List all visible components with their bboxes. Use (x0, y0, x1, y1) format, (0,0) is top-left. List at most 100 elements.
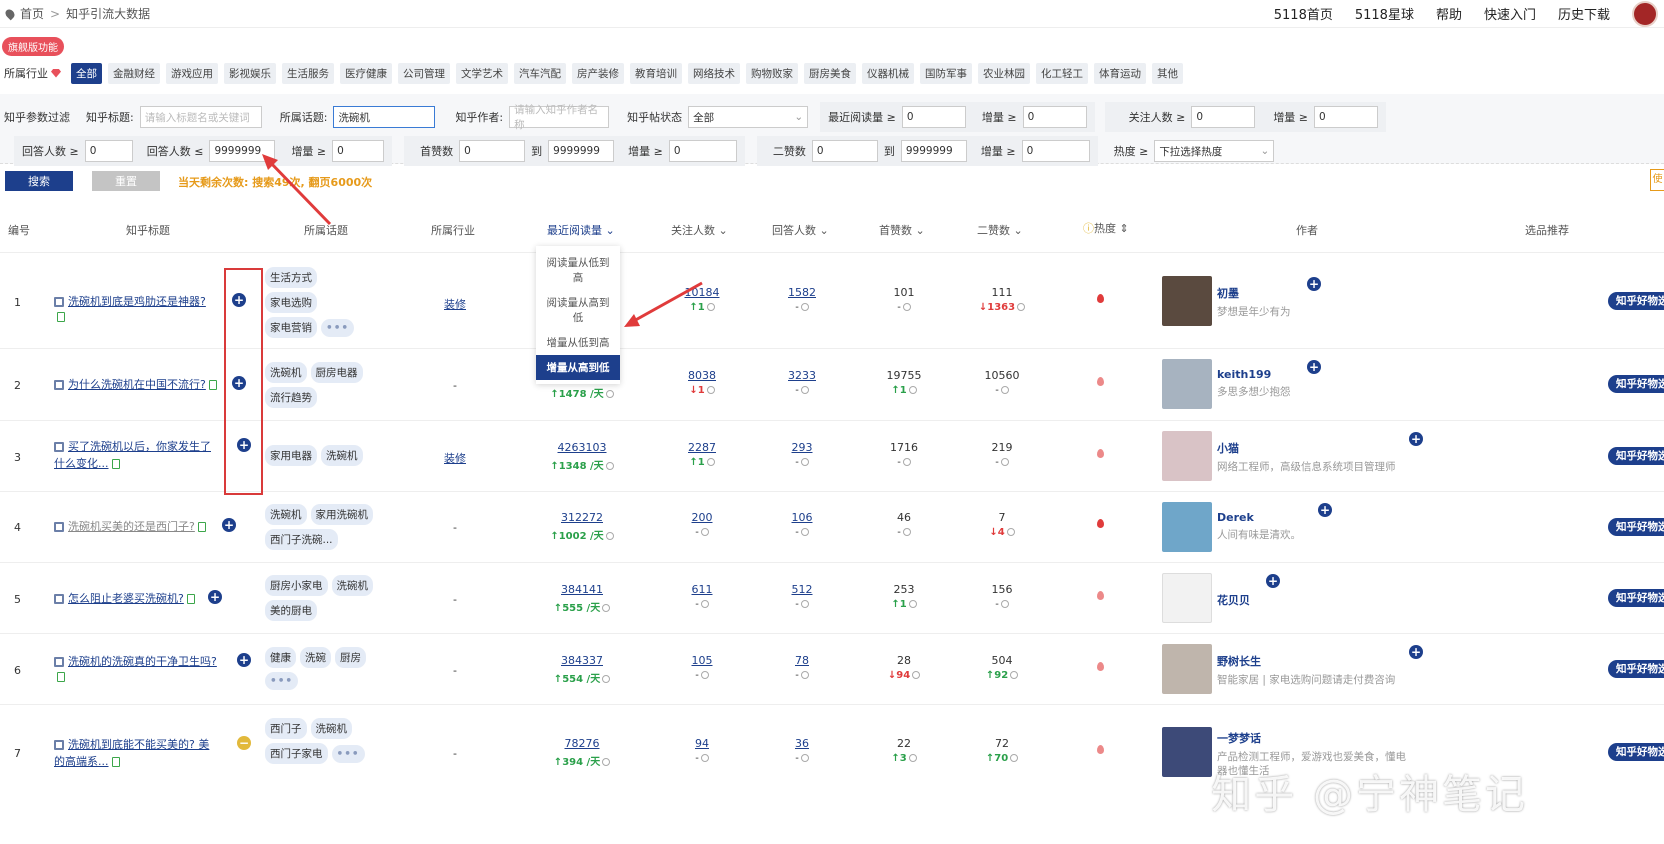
industry-chip[interactable]: 医疗健康 (340, 62, 392, 84)
more-tags-button[interactable]: ••• (265, 672, 299, 690)
qr-code-icon[interactable] (54, 522, 64, 532)
topic-tag[interactable]: 西门子 (265, 718, 307, 739)
clock-icon[interactable] (902, 303, 911, 311)
inc2-input[interactable]: 0 (1314, 106, 1379, 128)
document-icon[interactable] (208, 380, 217, 390)
clock-icon[interactable] (1006, 528, 1015, 536)
row-title-link[interactable]: 洗碗机买美的还是西门子? (68, 520, 195, 533)
col-recent-read-sort[interactable]: 最近阅读量 ⌄ (547, 222, 615, 238)
first-like-to-input[interactable]: 9999999 (548, 140, 615, 162)
clock-icon[interactable] (706, 458, 715, 466)
answers-count[interactable]: 36 (772, 737, 832, 750)
industry-chip[interactable]: 国防军事 (920, 62, 972, 84)
row-title-link[interactable]: 买了洗碗机以后，你家发生了什么变化... (54, 440, 211, 470)
side-panel-tab[interactable]: 使 (1650, 169, 1664, 191)
add-icon[interactable]: + (232, 376, 246, 390)
clock-icon[interactable] (1000, 386, 1009, 394)
topic-tag[interactable]: 洗碗机 (265, 504, 307, 525)
industry-chip[interactable]: 房产装修 (572, 62, 624, 84)
clock-icon[interactable] (605, 532, 614, 540)
clock-icon[interactable] (908, 600, 917, 608)
nav-help[interactable]: 帮助 (1436, 4, 1462, 23)
clock-icon[interactable] (1010, 754, 1019, 762)
answers-le-input[interactable]: 9999999 (209, 140, 276, 162)
clock-icon[interactable] (912, 671, 921, 679)
clock-icon[interactable] (1000, 600, 1009, 608)
add-icon[interactable]: + (237, 653, 251, 667)
author-name[interactable]: 花贝贝 (1217, 592, 1250, 608)
follow-count[interactable]: 8038 (672, 369, 732, 382)
topic-tag[interactable]: 美的厨电 (265, 600, 317, 621)
second-like-to-input[interactable]: 9999999 (900, 140, 967, 162)
clock-icon[interactable] (1017, 303, 1026, 311)
sort-option-read-asc[interactable]: 阅读量从低到高 (536, 250, 620, 290)
read-count[interactable]: 78276 (542, 737, 622, 750)
answers-count[interactable]: 512 (772, 583, 832, 596)
clock-icon[interactable] (902, 458, 911, 466)
sort-option-inc-desc[interactable]: 增量从高到低 (536, 355, 620, 380)
topic-tag[interactable]: 家用洗碗机 (310, 504, 373, 525)
follow-author-icon[interactable]: + (1409, 432, 1423, 446)
recommend-button[interactable]: 知乎好物选 (1608, 447, 1664, 465)
row-title-link[interactable]: 洗碗机的洗碗真的干净卫生吗? (68, 655, 217, 668)
clock-icon[interactable] (602, 675, 611, 683)
follow-author-icon[interactable]: + (1266, 574, 1280, 588)
topic-tag[interactable]: 厨房小家电 (265, 575, 328, 596)
inc1-input[interactable]: 0 (1022, 106, 1087, 128)
read-count[interactable]: 384337 (542, 654, 622, 667)
follow-count[interactable]: 10184 (672, 286, 732, 299)
read-count[interactable]: 312272 (542, 511, 622, 524)
author-name[interactable]: 野树长生 (1217, 653, 1407, 669)
document-icon[interactable] (57, 312, 65, 322)
industry-chip[interactable]: 影视娱乐 (224, 62, 276, 84)
topic-tag[interactable]: 洗碗机 (331, 575, 373, 596)
follow-count[interactable]: 2287 (672, 441, 732, 454)
recommend-button[interactable]: 知乎好物选 (1608, 518, 1664, 536)
recommend-button[interactable]: 知乎好物选 (1608, 292, 1664, 310)
answers-count[interactable]: 293 (772, 441, 832, 454)
col-first-like-sort[interactable]: 首赞数 ⌄ (879, 222, 925, 238)
row-industry[interactable]: 装修 (444, 296, 466, 312)
first-like-from-input[interactable]: 0 (459, 140, 526, 162)
clock-icon[interactable] (800, 754, 809, 762)
clock-icon[interactable] (902, 528, 911, 536)
topic-tag[interactable]: 厨房 (335, 647, 366, 668)
clock-icon[interactable] (800, 386, 809, 394)
answers-ge-input[interactable]: 0 (84, 140, 133, 162)
author-avatar[interactable] (1162, 502, 1212, 552)
inc3-input[interactable]: 0 (332, 140, 385, 162)
industry-chip[interactable]: 文学艺术 (456, 62, 508, 84)
author-name[interactable]: Derek (1217, 511, 1407, 524)
clock-icon[interactable] (700, 600, 709, 608)
clock-icon[interactable] (700, 528, 709, 536)
qr-code-icon[interactable] (54, 594, 64, 604)
topic-tag[interactable]: 家电营销 (265, 317, 317, 338)
clock-icon[interactable] (605, 462, 614, 470)
clock-icon[interactable] (602, 604, 611, 612)
follow-author-icon[interactable]: + (1307, 360, 1321, 374)
clock-icon[interactable] (605, 390, 614, 398)
col-second-like-sort[interactable]: 二赞数 ⌄ (977, 222, 1023, 238)
answers-count[interactable]: 106 (772, 511, 832, 524)
topic-tag[interactable]: 西门子洗碗... (265, 529, 338, 550)
col-follow-sort[interactable]: 关注人数 ⌄ (671, 222, 728, 238)
clock-icon[interactable] (706, 386, 715, 394)
follow-count[interactable]: 200 (672, 511, 732, 524)
clock-icon[interactable] (800, 528, 809, 536)
clock-icon[interactable] (700, 754, 709, 762)
follow-count[interactable]: 611 (672, 583, 732, 596)
nav-quick-start[interactable]: 快速入门 (1484, 4, 1536, 23)
qr-code-icon[interactable] (54, 657, 64, 667)
topic-tag[interactable]: 洗碗机 (265, 362, 307, 383)
clock-icon[interactable] (800, 458, 809, 466)
reset-button[interactable]: 重置 (92, 171, 160, 191)
answers-count[interactable]: 78 (772, 654, 832, 667)
follow-count[interactable]: 105 (672, 654, 732, 667)
row-title-link[interactable]: 洗碗机到底能不能买美的? 美的高端系... (54, 738, 209, 768)
col-answers-sort[interactable]: 回答人数 ⌄ (772, 222, 829, 238)
row-title-link[interactable]: 怎么阻止老婆买洗碗机? (68, 592, 184, 605)
read-count[interactable]: 384141 (542, 583, 622, 596)
clock-icon[interactable] (700, 671, 709, 679)
follow-input[interactable]: 0 (1191, 106, 1256, 128)
more-tags-button[interactable]: ••• (321, 319, 355, 337)
